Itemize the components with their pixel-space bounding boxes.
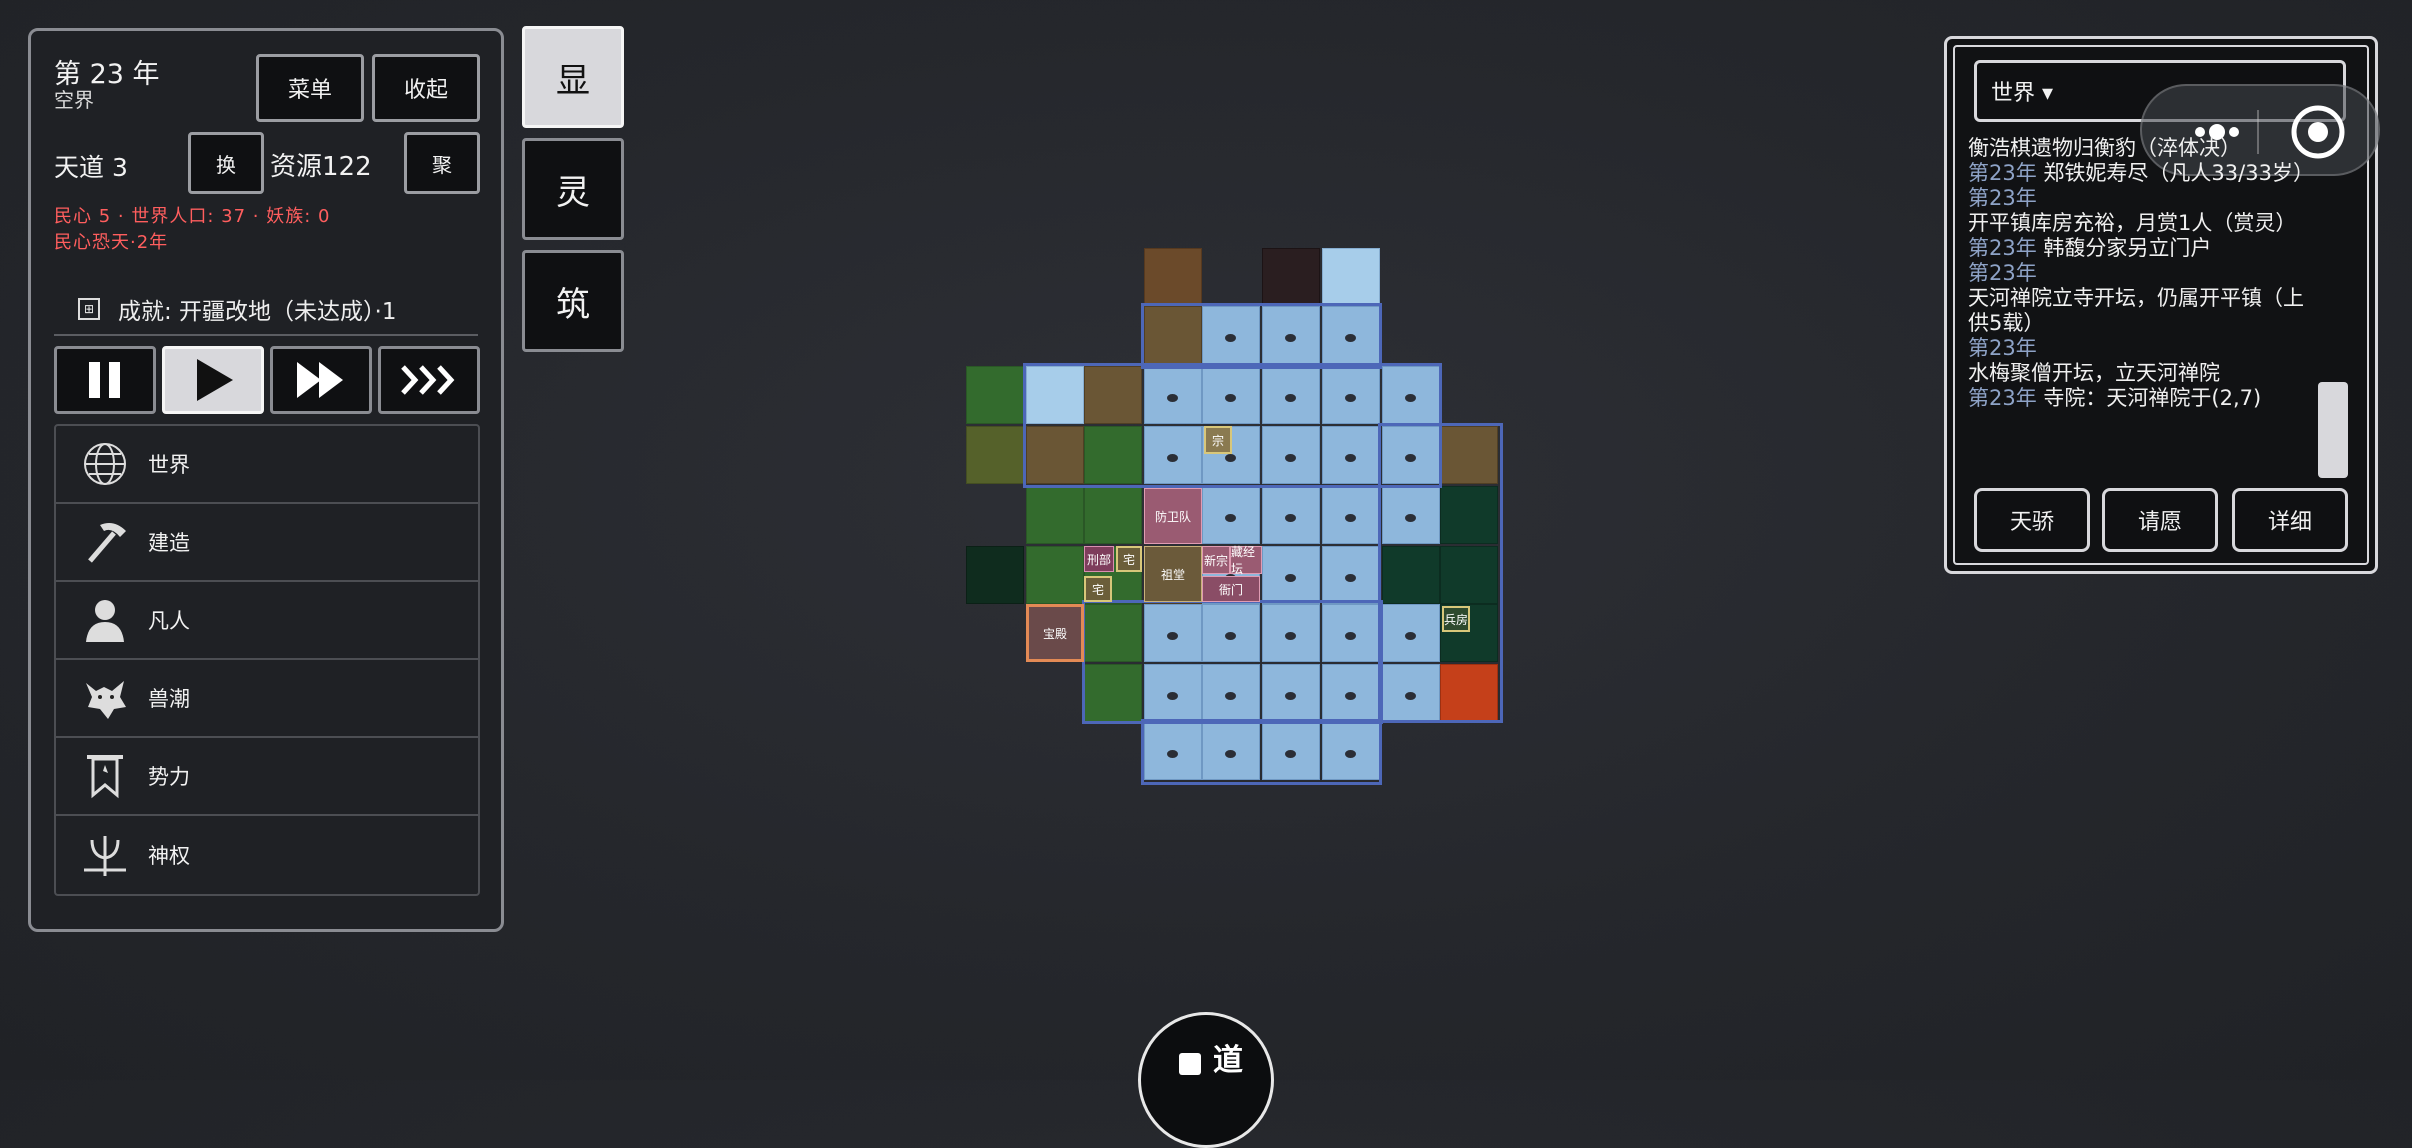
building-guard[interactable]: 防卫队 [1144, 488, 1202, 544]
dao-icon [1179, 1053, 1201, 1075]
event-log: 衡浩棋遗物归衡豹（淬体决） 第23年 郑铁妮寿尽（凡人33/33岁） 第23年 … [1968, 136, 2316, 476]
tianjiao-button[interactable]: 天骄 [1974, 488, 2090, 552]
dao-button[interactable]: 道 [1138, 1012, 1274, 1148]
building-yamen[interactable]: 衙门 [1202, 576, 1260, 602]
building-new-sect[interactable]: 新宗 [1202, 546, 1230, 574]
petition-button[interactable]: 请愿 [2102, 488, 2218, 552]
log-scrollbar[interactable] [2318, 382, 2348, 478]
log-entry: 第23年 [1968, 261, 2037, 285]
log-entry: 天河禅院立寺开坛，仍属开平镇（上供5载） [1968, 286, 2304, 335]
log-entry: 第23年 寺院：天河禅院于(2,7) [1968, 386, 2262, 410]
log-entry: 第23年 [1968, 336, 2037, 360]
building-court[interactable]: 刑部 [1084, 546, 1114, 572]
log-entry: 水梅聚僧开坛，立天河禅院 [1968, 361, 2220, 385]
log-entry: 第23年 郑铁妮寿尽（凡人33/33岁） [1968, 161, 2314, 185]
building-ancestral-hall[interactable]: 祖堂 [1144, 546, 1202, 602]
building-scripture[interactable]: 藏经坛 [1230, 545, 1262, 576]
details-button[interactable]: 详细 [2232, 488, 2348, 552]
dao-label: 道 [1213, 1043, 1243, 1078]
log-entry: 衡浩棋遗物归衡豹（淬体决） [1968, 136, 2241, 160]
log-entry: 第23年 [1968, 186, 2037, 210]
building-barracks[interactable]: 兵房 [1442, 606, 1470, 632]
building-treasure-hall[interactable]: 宝殿 [1026, 604, 1084, 662]
log-entry: 开平镇库房充裕，月赏1人（赏灵） [1968, 211, 2297, 235]
building-house-2[interactable]: 宅 [1084, 576, 1112, 602]
building-house[interactable]: 宅 [1116, 546, 1142, 572]
log-entry: 第23年 韩馥分家另立门户 [1968, 236, 2212, 260]
building-sect[interactable]: 宗 [1204, 426, 1232, 454]
